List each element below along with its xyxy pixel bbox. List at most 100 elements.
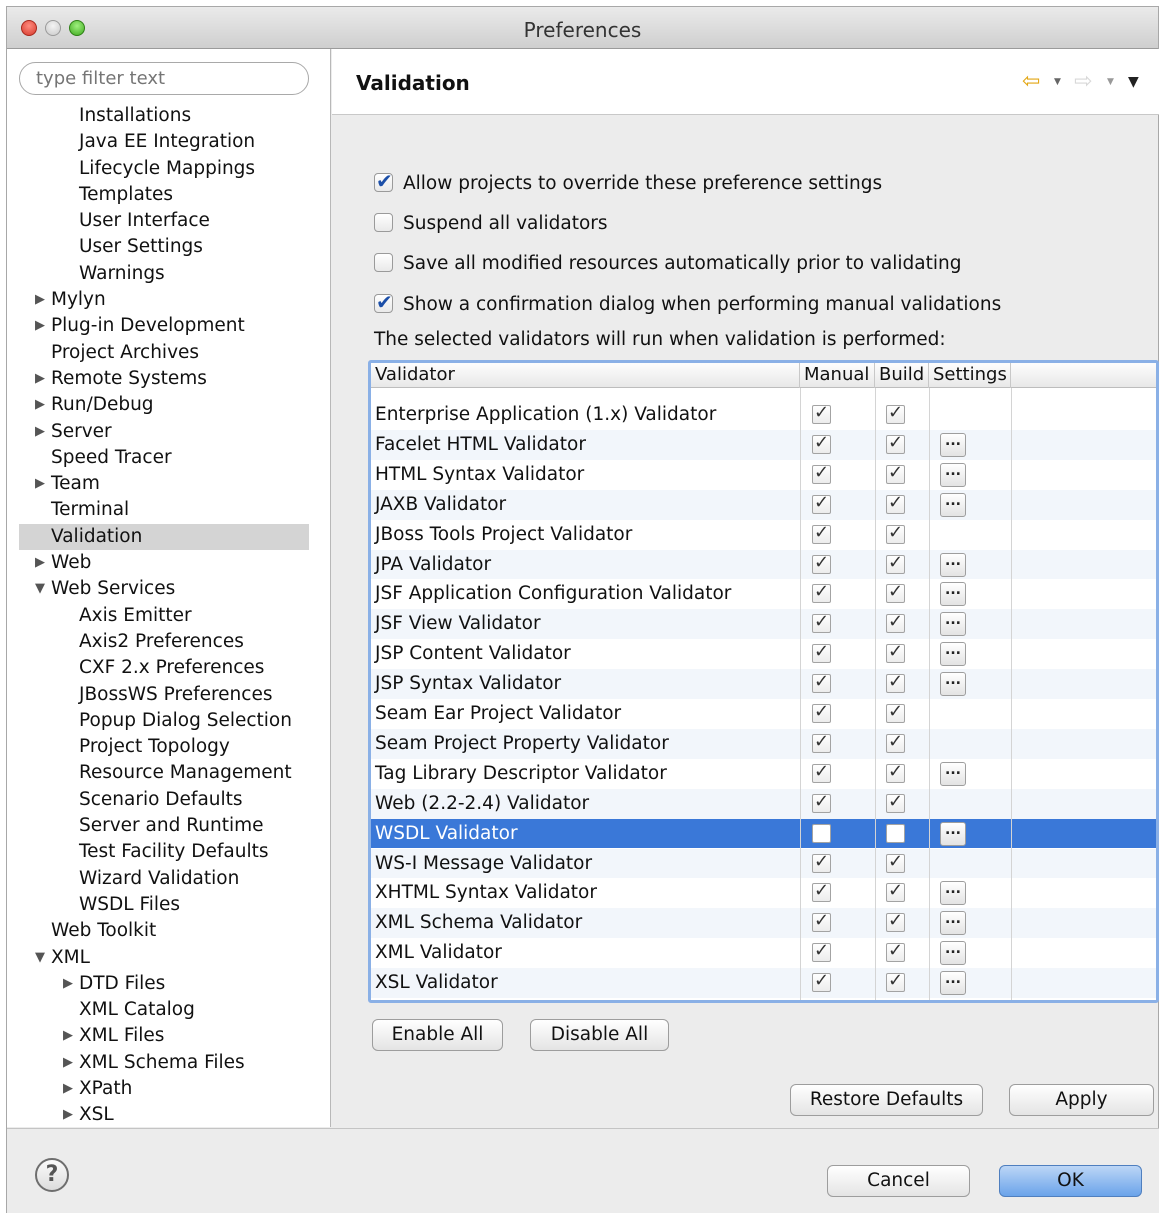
tree-item[interactable]: ▼ XML: [7, 945, 330, 971]
build-checkbox[interactable]: [886, 880, 905, 903]
confirm-dialog-check[interactable]: [374, 289, 393, 315]
triangle-right-icon[interactable]: ▶: [63, 1076, 73, 1102]
tree-item[interactable]: Scenario Defaults: [7, 787, 330, 813]
forward-arrow-icon[interactable]: ⇨: [1074, 69, 1092, 94]
tree-item[interactable]: Project Archives: [7, 340, 330, 366]
build-checkbox[interactable]: [886, 402, 905, 424]
table-row[interactable]: XML Validator...: [371, 938, 1156, 968]
build-checkbox[interactable]: [886, 731, 905, 753]
tree-item[interactable]: ▶ Run/Debug: [7, 392, 330, 418]
build-checkbox[interactable]: [886, 611, 905, 634]
build-checkbox[interactable]: [886, 761, 905, 783]
build-checkbox[interactable]: [886, 970, 905, 993]
build-checkbox[interactable]: [886, 522, 905, 544]
triangle-right-icon[interactable]: ▶: [35, 287, 45, 313]
tree-item[interactable]: ▶ Server: [7, 419, 330, 445]
allow-override-checkbox[interactable]: Allow projects to override these prefere…: [374, 168, 882, 197]
manual-checkbox[interactable]: [812, 880, 831, 903]
tree-item[interactable]: User Settings: [7, 234, 330, 260]
manual-checkbox[interactable]: [812, 823, 831, 843]
triangle-right-icon[interactable]: ▶: [35, 419, 45, 445]
table-row[interactable]: JSF View Validator...: [371, 609, 1156, 640]
table-row[interactable]: Seam Ear Project Validator: [371, 699, 1156, 729]
manual-checkbox[interactable]: [812, 671, 831, 694]
tree-item[interactable]: ▶ Mylyn: [7, 287, 330, 313]
tree-item[interactable]: Java EE Integration: [7, 129, 330, 155]
settings-button[interactable]: ...: [940, 552, 966, 577]
apply-button[interactable]: Apply: [1009, 1084, 1154, 1116]
disable-all-button[interactable]: Disable All: [530, 1019, 669, 1051]
triangle-down-icon[interactable]: ▼: [35, 576, 45, 602]
tree-item[interactable]: ▶ Web: [7, 550, 330, 576]
build-checkbox[interactable]: [886, 851, 905, 873]
tree-item[interactable]: Lifecycle Mappings: [7, 156, 330, 182]
tree-item[interactable]: Validation: [19, 523, 309, 551]
save-all-checkbox[interactable]: Save all modified resources automaticall…: [374, 251, 961, 277]
build-checkbox[interactable]: [886, 671, 905, 694]
settings-button[interactable]: ...: [940, 642, 966, 667]
tree-item[interactable]: Test Facility Defaults: [7, 839, 330, 865]
manual-checkbox[interactable]: [812, 940, 831, 963]
manual-checkbox[interactable]: [812, 641, 831, 664]
suspend-all-checkbox[interactable]: Suspend all validators: [374, 211, 608, 237]
table-row[interactable]: WS-I Message Validator: [371, 848, 1156, 879]
ok-button[interactable]: OK: [999, 1165, 1142, 1197]
restore-defaults-button[interactable]: Restore Defaults: [790, 1084, 983, 1116]
tree-item[interactable]: User Interface: [7, 208, 330, 234]
tree-item[interactable]: ▶ XML Files: [7, 1023, 330, 1049]
build-checkbox[interactable]: [886, 940, 905, 963]
tree-item[interactable]: Templates: [7, 182, 330, 208]
build-checkbox[interactable]: [886, 701, 905, 723]
table-row[interactable]: JSP Syntax Validator...: [371, 669, 1156, 699]
save-all-check[interactable]: [374, 253, 393, 272]
table-row[interactable]: Seam Project Property Validator: [371, 728, 1156, 759]
view-menu-icon[interactable]: ▼: [1128, 74, 1139, 90]
settings-button[interactable]: ...: [940, 432, 966, 457]
manual-checkbox[interactable]: [812, 761, 831, 783]
manual-checkbox[interactable]: [812, 731, 831, 753]
cancel-button[interactable]: Cancel: [827, 1165, 970, 1197]
table-row[interactable]: Enterprise Application (1.x) Validator: [371, 400, 1156, 430]
settings-button[interactable]: ...: [940, 612, 966, 637]
build-checkbox[interactable]: [886, 791, 905, 813]
settings-button[interactable]: ...: [940, 881, 966, 906]
build-checkbox[interactable]: [886, 823, 905, 843]
tree-item[interactable]: Resource Management: [7, 760, 330, 786]
settings-button[interactable]: ...: [940, 911, 966, 936]
triangle-right-icon[interactable]: ▶: [35, 313, 45, 339]
column-header-manual[interactable]: Manual: [800, 363, 875, 388]
tree-item[interactable]: ▶ Plug-in Development: [7, 313, 330, 339]
column-header-build[interactable]: Build: [875, 363, 929, 388]
filter-input[interactable]: [19, 62, 309, 95]
triangle-right-icon[interactable]: ▶: [35, 471, 45, 497]
tree-item[interactable]: Wizard Validation: [7, 866, 330, 892]
build-checkbox[interactable]: [886, 552, 905, 574]
tree-item[interactable]: ▶ XML Schema Files: [7, 1050, 330, 1076]
triangle-right-icon[interactable]: ▶: [63, 971, 73, 997]
build-checkbox[interactable]: [886, 581, 905, 604]
manual-checkbox[interactable]: [812, 701, 831, 723]
settings-button[interactable]: ...: [940, 761, 966, 786]
tree-item[interactable]: WSDL Files: [7, 892, 330, 918]
settings-button[interactable]: ...: [940, 941, 966, 966]
tree-item[interactable]: ▶ Team: [7, 471, 330, 497]
table-row[interactable]: Web (2.2-2.4) Validator: [371, 788, 1156, 819]
tree-item[interactable]: Terminal: [7, 497, 330, 523]
suspend-all-check[interactable]: [374, 213, 393, 232]
settings-button[interactable]: ...: [940, 462, 966, 487]
tree-item[interactable]: ▶ XPath: [7, 1076, 330, 1102]
table-row[interactable]: JSF Application Configuration Validator.…: [371, 579, 1156, 609]
manual-checkbox[interactable]: [812, 791, 831, 813]
build-checkbox[interactable]: [886, 641, 905, 664]
tree-item[interactable]: XML Catalog: [7, 997, 330, 1023]
settings-button[interactable]: ...: [940, 971, 966, 996]
build-checkbox[interactable]: [886, 432, 905, 454]
tree-item[interactable]: Server and Runtime: [7, 813, 330, 839]
triangle-right-icon[interactable]: ▶: [63, 1050, 73, 1076]
table-row[interactable]: WSDL Validator...: [371, 818, 1156, 849]
tree-item[interactable]: Axis2 Preferences: [7, 629, 330, 655]
manual-checkbox[interactable]: [812, 432, 831, 454]
tree-item[interactable]: Installations: [7, 103, 330, 129]
settings-button[interactable]: ...: [940, 492, 966, 517]
tree-item[interactable]: Warnings: [7, 261, 330, 287]
